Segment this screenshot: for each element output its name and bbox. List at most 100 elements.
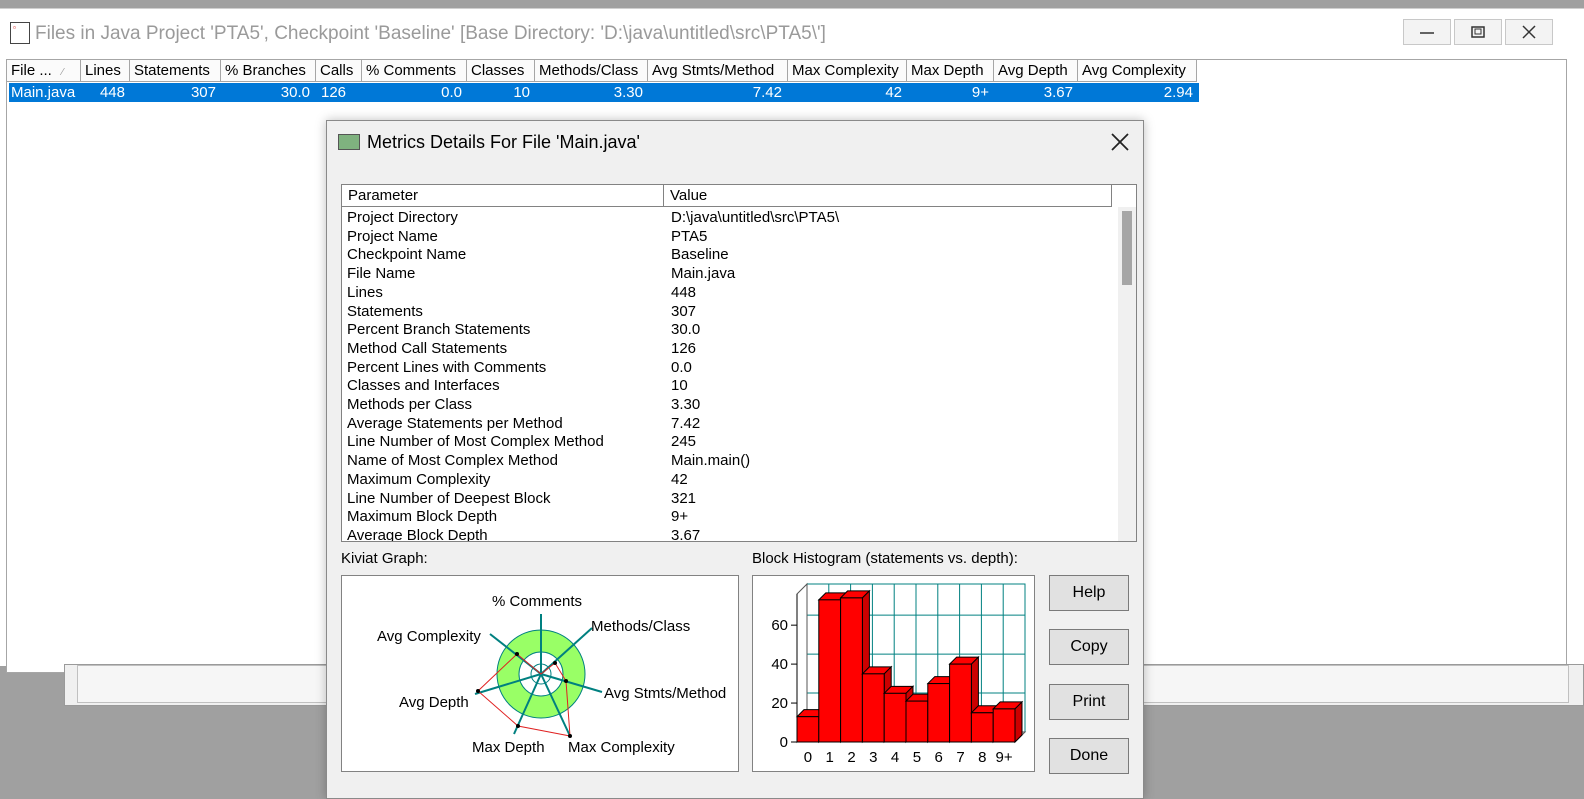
column-header-parameter[interactable]: Parameter <box>342 185 664 207</box>
parameter-value: Main.java <box>671 265 736 283</box>
list-item[interactable]: Maximum Block Depth 9+ <box>342 507 1122 526</box>
block-histogram: 0 1 2 3 4 5 6 7 8 9+ 0 20 40 60 <box>752 575 1035 772</box>
minimize-icon <box>1420 32 1434 34</box>
copy-button[interactable]: Copy <box>1049 629 1129 665</box>
list-item[interactable]: Name of Most Complex Method Main.main() <box>342 451 1122 470</box>
kiviat-label: Kiviat Graph: <box>341 550 428 567</box>
parameter-name: Average Block Depth <box>347 526 488 542</box>
bar <box>949 663 972 743</box>
window-title: Files in Java Project 'PTA5', Checkpoint… <box>35 23 826 44</box>
list-item[interactable]: Lines 448 <box>342 283 1122 302</box>
metrics-list[interactable]: Parameter Value Project Directory D:\java… <box>341 184 1137 542</box>
parameter-name: Classes and Interfaces <box>347 377 500 395</box>
title-bar: ▫ Files in Java Project 'PTA5', Checkpoi… <box>0 9 1584 49</box>
bar <box>796 716 820 743</box>
done-button[interactable]: Done <box>1049 738 1129 774</box>
x-tick-label: 4 <box>891 749 899 766</box>
parameter-value: 9+ <box>671 508 689 526</box>
list-item[interactable]: Project Directory D:\java\untitled\src\PT… <box>342 208 1122 227</box>
cell-max-depth: 9+ <box>971 84 989 101</box>
parameter-value: D:\java\untitled\src\PTA5\ <box>671 209 840 226</box>
scrollbar-thumb[interactable] <box>1122 211 1132 285</box>
print-button[interactable]: Print <box>1049 684 1129 720</box>
column-header-max-depth[interactable]: Max Depth <box>907 60 994 82</box>
list-item[interactable]: Method Call Statements 126 <box>342 339 1122 358</box>
kiviat-axis-label-avg-complexity: Avg Complexity <box>377 628 481 645</box>
column-header-lines[interactable]: Lines <box>81 60 130 82</box>
parameter-value: Main.main() <box>671 452 751 470</box>
bar <box>818 599 842 743</box>
cell-lines: 448 <box>99 84 125 101</box>
column-header-max-complexity[interactable]: Max Complexity <box>788 60 907 82</box>
parameter-value: 3.67 <box>671 526 701 542</box>
dialog-app-icon <box>338 134 360 150</box>
list-item[interactable]: Average Statements per Method 7.42 <box>342 414 1122 433</box>
parameter-value: 30.0 <box>671 321 701 339</box>
parameter-value: 321 <box>671 489 697 507</box>
parameter-name: Line Number of Most Complex Method <box>347 433 604 451</box>
histogram-svg: 0 1 2 3 4 5 6 7 8 9+0204060 <box>771 582 1027 766</box>
cell-classes: 10 <box>513 84 530 101</box>
y-tick-label: 40 <box>771 656 788 673</box>
list-item[interactable]: Methods per Class 3.30 <box>342 395 1122 414</box>
column-header-classes[interactable]: Classes <box>467 60 535 82</box>
document-icon: ▫ <box>10 22 30 44</box>
vertical-scrollbar[interactable] <box>1118 207 1136 541</box>
list-item[interactable]: Average Block Depth 3.67 <box>342 526 1122 542</box>
list-item[interactable]: Statements 307 <box>342 302 1122 321</box>
y-tick-label: 20 <box>771 695 788 712</box>
cell-branches: 30.0 <box>280 84 310 101</box>
column-header-calls[interactable]: Calls <box>316 60 362 82</box>
column-header-file[interactable]: File ... ⁄ <box>7 60 81 82</box>
parameter-name: Project Name <box>347 227 438 245</box>
parameter-value: 245 <box>671 433 697 451</box>
column-header-value[interactable]: Value <box>664 185 1112 207</box>
parameter-value: 7.42 <box>671 414 701 432</box>
parameter-value: 0.0 <box>671 358 692 376</box>
list-item[interactable]: Project Name PTA5 <box>342 227 1122 246</box>
list-item[interactable]: Maximum Complexity 42 <box>342 470 1122 489</box>
minimize-button[interactable] <box>1403 19 1451 45</box>
close-icon <box>1522 25 1536 39</box>
list-item[interactable]: Line Number of Deepest Block 321 <box>342 489 1122 508</box>
parameter-name: Method Call Statements <box>347 339 508 357</box>
dialog-title: Metrics Details For File 'Main.java' <box>367 132 640 152</box>
help-button[interactable]: Help <box>1049 575 1129 611</box>
list-item[interactable]: Percent Lines with Comments 0.0 <box>342 358 1122 377</box>
parameter-name: File Name <box>347 265 416 283</box>
close-button[interactable] <box>1505 19 1553 45</box>
column-header-methods-class[interactable]: Methods/Class <box>535 60 648 82</box>
column-header-comments[interactable]: % Comments <box>362 60 467 82</box>
sort-icon: ⁄ <box>61 67 64 78</box>
restore-icon <box>1471 26 1485 38</box>
parameter-name: Checkpoint Name <box>347 246 467 264</box>
list-item[interactable]: File Name Main.java <box>342 264 1122 283</box>
column-header-avg-complexity[interactable]: Avg Complexity <box>1078 60 1197 82</box>
list-item[interactable]: Checkpoint Name Baseline <box>342 245 1122 264</box>
kiviat-graph: % Comments Methods/Class Avg Stmts/Metho… <box>341 575 739 772</box>
kiviat-axis-label-comments: % Comments <box>492 593 583 610</box>
close-icon[interactable] <box>1109 131 1131 153</box>
parameter-name: Percent Branch Statements <box>347 321 531 339</box>
list-item[interactable]: Classes and Interfaces 10 <box>342 376 1122 395</box>
parameter-name: Project Directory <box>347 209 458 226</box>
bar <box>970 712 994 743</box>
column-header-avg-depth[interactable]: Avg Depth <box>994 60 1078 82</box>
x-tick-label: 3 <box>869 749 877 766</box>
column-header-branches[interactable]: % Branches <box>221 60 316 82</box>
kiviat-axis-label-avg-stmts: Avg Stmts/Method <box>604 685 727 702</box>
y-tick-label: 0 <box>780 734 788 751</box>
list-item[interactable]: Percent Branch Statements 30.0 <box>342 320 1122 339</box>
bar <box>927 683 951 743</box>
cell-avg-complexity: 2.94 <box>1163 84 1193 101</box>
parameter-value: 3.30 <box>671 396 701 413</box>
parameter-value: 126 <box>671 339 697 357</box>
metrics-dialog: Metrics Details For File 'Main.java' Par… <box>326 120 1144 799</box>
list-item[interactable]: Line Number of Most Complex Method 245 <box>342 432 1122 451</box>
column-header-avg-stmts[interactable]: Avg Stmts/Method <box>648 60 788 82</box>
histogram-label: Block Histogram (statements vs. depth): <box>752 550 1018 567</box>
bar <box>840 597 863 743</box>
column-header-statements[interactable]: Statements <box>130 60 221 82</box>
maximize-button[interactable] <box>1454 19 1502 45</box>
x-tick-label: 7 <box>956 749 964 766</box>
